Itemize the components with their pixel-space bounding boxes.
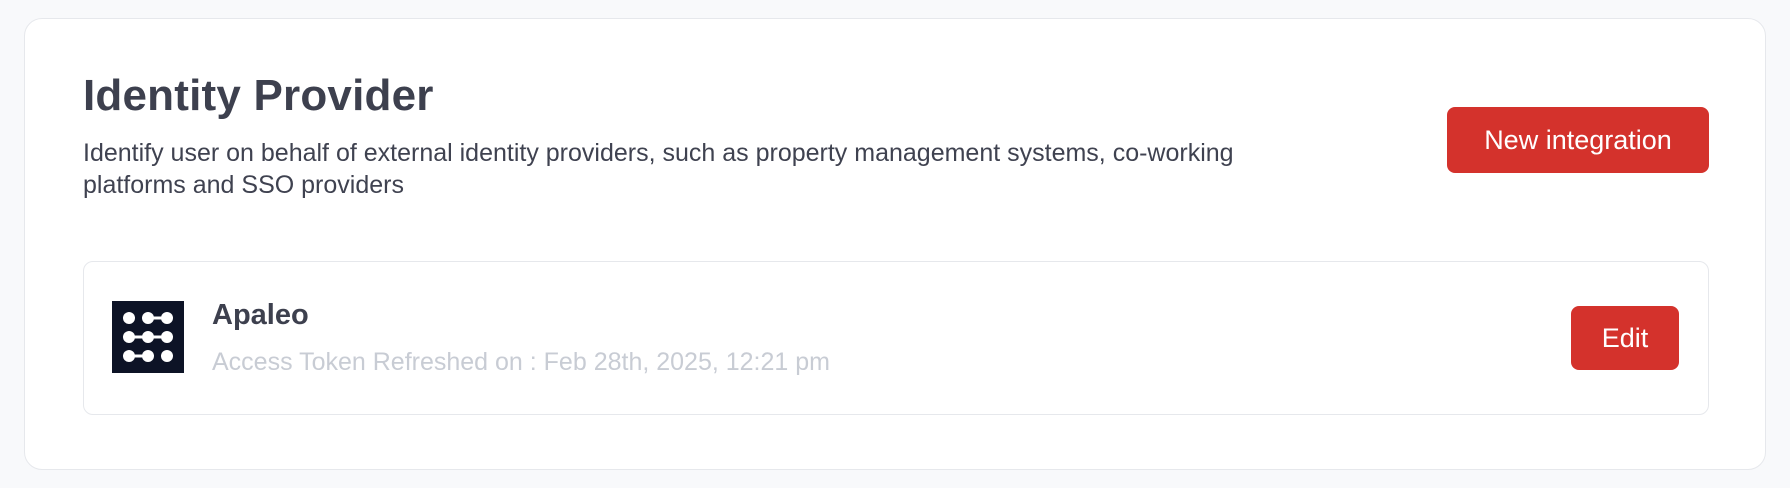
edit-integration-button[interactable]: Edit (1571, 306, 1679, 370)
page-title: Identity Provider (83, 71, 434, 120)
integration-row: Apaleo Access Token Refreshed on : Feb 2… (83, 261, 1709, 415)
identity-provider-card: Identity Provider Identify user on behal… (24, 18, 1766, 470)
apaleo-logo-icon (112, 301, 184, 373)
integration-name: Apaleo (212, 299, 309, 331)
page-description: Identify user on behalf of external iden… (83, 139, 1234, 199)
token-refresh-status: Access Token Refreshed on : Feb 28th, 20… (212, 348, 830, 376)
new-integration-button[interactable]: New integration (1447, 107, 1709, 173)
